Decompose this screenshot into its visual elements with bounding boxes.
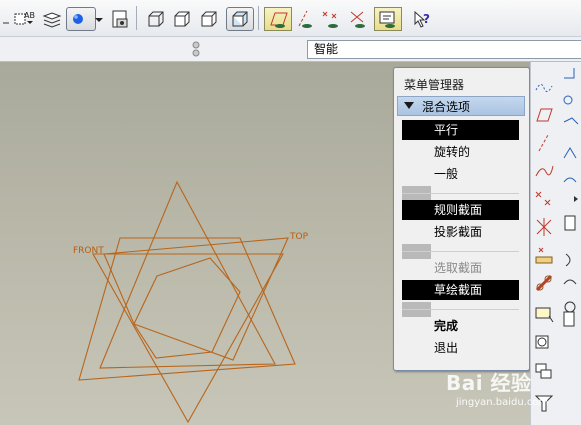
csys-display-icon[interactable] bbox=[346, 7, 370, 31]
menu-item-label: 退出 bbox=[434, 341, 459, 355]
pattern-icon[interactable] bbox=[560, 212, 581, 234]
section-triangle-up bbox=[99, 180, 276, 369]
hole-icon[interactable] bbox=[560, 88, 581, 110]
menu-item-select-sections: 选取截面 bbox=[402, 258, 519, 278]
top-toolbar: AB ? bbox=[0, 0, 581, 37]
menu-item-quit[interactable]: 退出 bbox=[402, 338, 519, 358]
status-light-icon bbox=[190, 40, 202, 58]
top-datum-plane bbox=[103, 237, 289, 361]
watermark-url: jingyan.baidu.com bbox=[456, 397, 549, 408]
section-triangle-down bbox=[92, 253, 284, 424]
analysis-icon[interactable] bbox=[533, 244, 555, 266]
datum-plane-icon[interactable] bbox=[533, 104, 555, 126]
shell-icon[interactable] bbox=[560, 114, 581, 136]
menu-manager-title: 菜单管理器 bbox=[404, 78, 465, 92]
top-datum-label: TOP bbox=[289, 232, 309, 242]
menu-item-regular-sections[interactable]: 规则截面 bbox=[402, 200, 519, 220]
mirror-icon[interactable] bbox=[560, 248, 581, 270]
svg-text:?: ? bbox=[423, 12, 430, 26]
wireframe-icon[interactable] bbox=[144, 7, 168, 31]
no-hidden-icon[interactable] bbox=[197, 7, 221, 31]
selection-filter-field[interactable]: 智能 bbox=[307, 40, 581, 59]
thicken-icon[interactable] bbox=[560, 308, 581, 330]
view-orientation-icon[interactable] bbox=[66, 7, 96, 31]
chevron-down-icon[interactable] bbox=[93, 7, 105, 31]
hidden-line-icon[interactable] bbox=[170, 7, 194, 31]
annotation-display-icon[interactable] bbox=[374, 7, 402, 31]
chevron-right-icon[interactable] bbox=[571, 188, 581, 210]
menu-item-label: 旋转的 bbox=[434, 145, 471, 159]
menu-item-general[interactable]: 一般 bbox=[402, 164, 519, 184]
triangle-down-icon bbox=[404, 102, 414, 109]
menu-item-done[interactable]: 完成 bbox=[402, 316, 519, 336]
csys-icon[interactable] bbox=[533, 216, 555, 238]
datum-axis-display-icon[interactable] bbox=[292, 7, 316, 31]
save-view-icon[interactable] bbox=[108, 7, 132, 31]
new-datum-icon[interactable]: AB bbox=[12, 7, 36, 31]
round-icon[interactable] bbox=[560, 62, 581, 84]
datum-plane-display-icon[interactable] bbox=[264, 7, 292, 31]
status-strip: 智能 bbox=[0, 37, 581, 62]
extrude-icon[interactable] bbox=[533, 304, 555, 326]
menu-item-parallel[interactable]: 平行 bbox=[402, 120, 519, 140]
menu-item-sketch-sections[interactable]: 草绘截面 bbox=[402, 280, 519, 300]
sketched-curve-icon[interactable] bbox=[533, 76, 555, 98]
datum-point-icon[interactable] bbox=[533, 188, 555, 210]
datum-point-display-icon[interactable] bbox=[319, 7, 343, 31]
menu-divider bbox=[402, 309, 519, 310]
menu-item-label: 选取截面 bbox=[434, 261, 483, 275]
menu-item-rotational[interactable]: 旋转的 bbox=[402, 142, 519, 162]
trim-icon[interactable] bbox=[560, 272, 581, 294]
selection-filter-value: 智能 bbox=[314, 42, 339, 56]
datum-curve-icon[interactable] bbox=[533, 160, 555, 182]
watermark: Bai 经验 jingyan.baidu.com bbox=[446, 367, 580, 413]
menu-item-label: 平行 bbox=[434, 123, 459, 137]
menu-divider bbox=[402, 251, 519, 252]
chain-icon[interactable] bbox=[533, 272, 555, 294]
menu-item-label: 规则截面 bbox=[434, 203, 483, 217]
shading-icon[interactable] bbox=[226, 7, 254, 31]
menu-item-label: 完成 bbox=[434, 319, 459, 333]
front-datum-plane bbox=[78, 237, 296, 381]
menu-item-label: 投影截面 bbox=[434, 225, 483, 239]
blend-options-label: 混合选项 bbox=[422, 100, 471, 114]
help-icon[interactable]: ? bbox=[410, 7, 434, 31]
menu-item-projected-sections[interactable]: 投影截面 bbox=[402, 222, 519, 242]
svg-text:AB: AB bbox=[24, 11, 35, 20]
blend-options-group[interactable]: 混合选项 bbox=[397, 96, 525, 116]
menu-item-label: 一般 bbox=[434, 167, 459, 181]
datum-axis-icon[interactable] bbox=[533, 132, 555, 154]
layers-icon[interactable] bbox=[40, 7, 64, 31]
watermark-logo: Bai 经验 bbox=[446, 371, 532, 395]
menu-item-label: 草绘截面 bbox=[434, 283, 483, 297]
front-datum-label: FRONT bbox=[73, 246, 104, 256]
rib-icon[interactable] bbox=[560, 142, 581, 164]
menu-divider bbox=[402, 193, 519, 194]
menu-manager: 菜单管理器 混合选项 平行 旋转的 一般 规则截面 投影截面 选取截面 草绘截面… bbox=[393, 67, 530, 371]
revolve-icon[interactable] bbox=[533, 332, 555, 354]
